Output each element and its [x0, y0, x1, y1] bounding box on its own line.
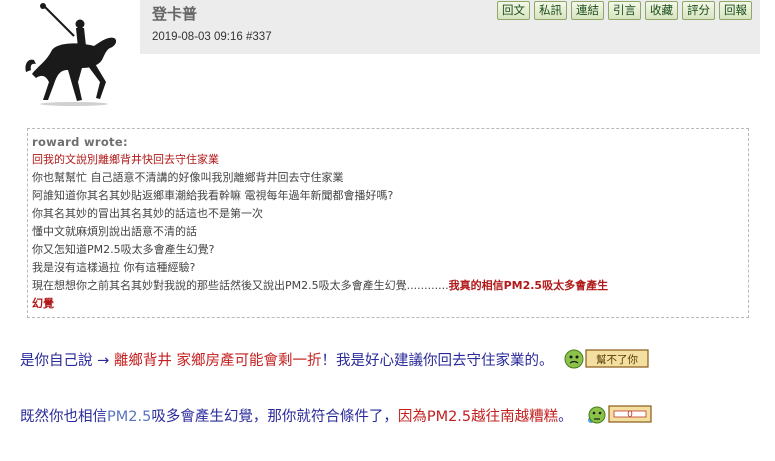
reply-line: 是你自己說 → 離鄉背井 家鄉房產可能會剩一折！我是好心建議你回去守住家業的。 … [20, 347, 650, 375]
polo-horse-icon [25, 3, 117, 106]
reply-button[interactable]: 回文 [497, 1, 530, 20]
post-datetime: 2019-08-03 09:16 [152, 31, 243, 43]
private-message-button[interactable]: 私訊 [534, 1, 567, 20]
post-header: 登卡普 2019-08-03 09:16 #337 回文 私訊 連結 引言 收藏… [140, 0, 760, 54]
score-sticker: 0 [583, 403, 653, 431]
quote-line: 你也幫幫忙 自己語意不清講的好像叫我別離鄉背井回去守住家業 [32, 171, 344, 184]
post-meta: 2019-08-03 09:16 #337 [152, 31, 272, 43]
username[interactable]: 登卡普 [152, 3, 197, 24]
reply-highlight: 因為PM2.5越往南越糟糕 [397, 409, 559, 425]
reply-text: ！我是好心建議你回去守住家業的。 [321, 353, 554, 369]
help-sticker: 幫不了你 [564, 347, 650, 375]
quote-line: 懂中文就麻煩別說出語意不清的話 [32, 225, 197, 238]
avatar[interactable] [22, 2, 126, 106]
link-button[interactable]: 連結 [571, 1, 604, 20]
quote-line: 我是沒有這樣過拉 你有這種經驗? [32, 261, 196, 274]
reply-highlight: 離鄉背井 家鄉房產可能會剩一折 [113, 353, 322, 369]
quote-button[interactable]: 引言 [608, 1, 641, 20]
reply-pm: PM2.5 [107, 409, 152, 425]
quote-highlight: 我真的相信PM2.5吸太多會產生 [448, 279, 609, 292]
quote-block: roward wrote: 回我的文說別離鄉背井快回去守住家業 你也幫幫忙 自己… [27, 128, 749, 318]
sticker-label: 幫不了你 [596, 353, 638, 366]
favorite-button[interactable]: 收藏 [645, 1, 678, 20]
quote-author: roward wrote: [32, 135, 128, 149]
quote-line: 回我的文說別離鄉背井快回去守住家業 [32, 153, 219, 166]
reply-text: 。 [558, 409, 573, 425]
quote-line: 你其名其妙的冒出其名其妙的話這也不是第一次 [32, 207, 263, 220]
quote-line: 幻覺 [32, 297, 54, 310]
emoticon-face-icon [564, 349, 584, 369]
quote-line: 現在想想你之前其名其妙對我說的那些話然後又說出PM2.5吸太多會產生幻覺....… [32, 277, 748, 295]
post-actions: 回文 私訊 連結 引言 收藏 評分 回報 [497, 1, 752, 20]
reply-text: 吸多會產生幻覺，那你就符合條件了， [151, 409, 398, 425]
quote-text: 現在想想你之前其名其妙對我說的那些話然後又說出PM2.5吸太多會產生幻覺....… [32, 279, 449, 292]
quote-line: 你又怎知道PM2.5吸太多會產生幻覺? [32, 243, 215, 256]
quote-line: 阿誰知道你其名其妙貼返鄉車潮給我看幹嘛 電視每年過年新聞都會播好嗎? [32, 189, 394, 202]
report-button[interactable]: 回報 [719, 1, 752, 20]
rate-button[interactable]: 評分 [682, 1, 715, 20]
sticker-label: 0 [627, 410, 633, 420]
reply-text: 是你自己說 → [20, 353, 114, 369]
reply-text: 既然你也相信 [20, 409, 107, 425]
emoticon-face-icon [588, 406, 606, 424]
reply-line: 既然你也相信PM2.5吸多會產生幻覺，那你就符合條件了，因為PM2.5越往南越糟… [20, 403, 653, 431]
post-number[interactable]: #337 [246, 31, 272, 43]
